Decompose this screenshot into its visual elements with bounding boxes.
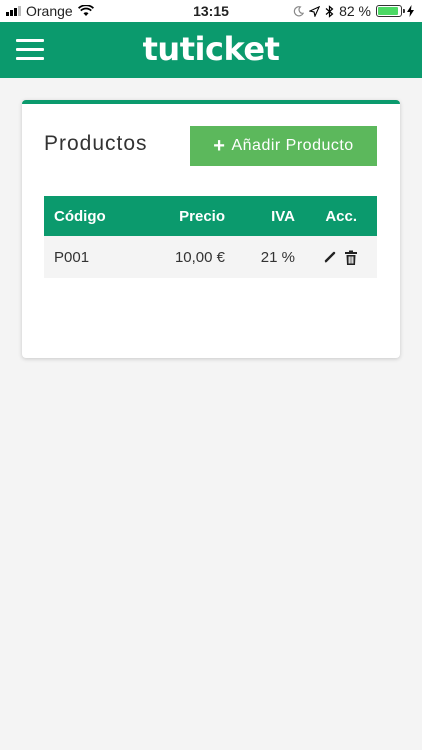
delete-icon[interactable]	[345, 250, 357, 265]
status-right: 82 %	[293, 3, 414, 19]
battery-percent: 82 %	[339, 3, 371, 19]
moon-icon	[293, 5, 305, 16]
product-iva: 21 %	[260, 248, 295, 266]
status-bar: Orange 13:15 82 %	[0, 0, 422, 22]
charging-icon	[407, 5, 414, 17]
product-price: 10,00 €	[174, 248, 225, 266]
header-iva: IVA	[271, 207, 295, 225]
app-header: tuticket	[0, 22, 422, 78]
add-product-button[interactable]: + Añadir Producto	[190, 126, 377, 166]
table-row: P001 10,00 € 21 %	[44, 236, 377, 278]
edit-icon[interactable]	[323, 250, 337, 264]
brand-logo: tuticket	[142, 30, 280, 68]
table-header: Código Precio IVA Acc.	[44, 196, 377, 236]
battery-icon	[376, 5, 405, 17]
location-icon	[309, 5, 321, 17]
header-price: Precio	[179, 207, 225, 225]
add-product-label: Añadir Producto	[231, 137, 354, 154]
plus-icon: +	[213, 135, 226, 157]
product-code: P001	[54, 248, 90, 266]
page-title: Productos	[44, 132, 148, 155]
header-code: Código	[54, 207, 106, 225]
bluetooth-icon	[325, 4, 334, 18]
products-card: Productos + Añadir Producto Código Preci…	[22, 100, 400, 358]
row-actions	[323, 236, 357, 278]
header-actions: Acc.	[325, 207, 357, 225]
products-table: Código Precio IVA Acc. P001 10,00 € 21 %	[44, 196, 377, 278]
